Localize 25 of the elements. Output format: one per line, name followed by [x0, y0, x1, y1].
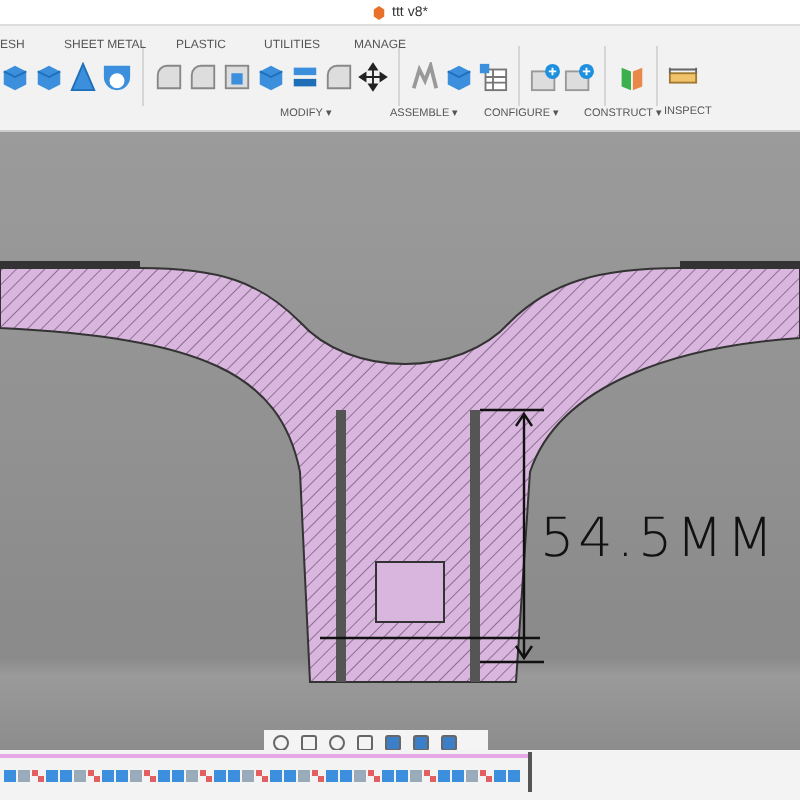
move-icon[interactable]: [358, 61, 388, 91]
table-icon[interactable]: [478, 61, 508, 91]
joint-icon[interactable]: [410, 61, 440, 91]
sketch-icon[interactable]: [144, 768, 156, 782]
cube-icon[interactable]: [0, 61, 30, 91]
fillet-icon[interactable]: [154, 61, 184, 91]
sketch-icon[interactable]: [368, 768, 380, 782]
cube-icon[interactable]: [34, 61, 64, 91]
cube-icon[interactable]: [256, 61, 286, 91]
box-icon[interactable]: [222, 61, 252, 91]
handwritten-dimension: 54.5MM: [540, 508, 778, 570]
cube-icon[interactable]: [444, 61, 474, 91]
sketch-icon[interactable]: [88, 768, 100, 782]
sketch-icon[interactable]: [480, 768, 492, 782]
triangle-icon[interactable]: [68, 61, 98, 91]
sketch-icon[interactable]: [32, 768, 44, 782]
fillet-icon[interactable]: [188, 61, 218, 91]
sketch-icon[interactable]: [312, 768, 324, 782]
cube-icon: [372, 5, 387, 19]
sketch-icon[interactable]: [200, 768, 212, 782]
table-plus-icon[interactable]: [564, 61, 594, 91]
table-plus-icon[interactable]: [530, 61, 560, 91]
shell-icon[interactable]: [102, 61, 132, 91]
sketch-icon[interactable]: [256, 768, 268, 782]
sketch-icon[interactable]: [424, 768, 436, 782]
